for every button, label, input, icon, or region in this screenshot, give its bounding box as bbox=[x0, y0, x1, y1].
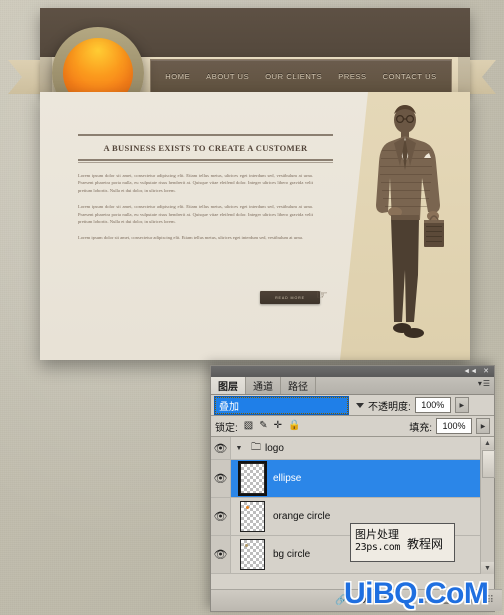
watermark-line-2: 23ps.com bbox=[355, 542, 400, 553]
layer-thumbnail-orange-circle[interactable] bbox=[240, 501, 265, 532]
ribbon-fold-left bbox=[40, 57, 52, 97]
layer-name-bg-circle: bg circle bbox=[273, 549, 311, 560]
opacity-spinner[interactable]: ▶ bbox=[454, 397, 469, 413]
collapse-icon[interactable]: ◄◄ bbox=[463, 368, 477, 375]
main-navigation[interactable]: HOME ABOUT US OUR CLIENTS PRESS CONTACT … bbox=[150, 59, 452, 94]
body-paragraph-1: Lorem ipsum dolor sit amet, consectetur … bbox=[78, 173, 313, 193]
eye-icon-bg-circle[interactable]: 👁 bbox=[211, 536, 231, 573]
folder-icon: 🗀 bbox=[251, 441, 261, 453]
all-lock-icon[interactable]: 🔒 bbox=[288, 421, 300, 431]
layer-thumbnail-bg-circle[interactable] bbox=[240, 539, 265, 570]
watermark-line-3: 教程网 bbox=[407, 537, 444, 551]
layer-name-orange-circle: orange circle bbox=[273, 511, 331, 522]
blend-mode-row[interactable]: 叠加 不透明度: 100% ▶ bbox=[211, 395, 494, 415]
tab-channels[interactable]: 通道 bbox=[246, 377, 281, 394]
hamburger-icon: ☰ bbox=[482, 379, 490, 388]
headline-rule-bottom bbox=[78, 159, 333, 161]
layer-row-ellipse[interactable]: 👁 ellipse bbox=[211, 460, 494, 498]
nav-item-home[interactable]: HOME bbox=[157, 72, 198, 81]
watermark-line-1: 图片处理 bbox=[355, 528, 399, 541]
opacity-input[interactable]: 100% bbox=[414, 397, 451, 413]
panel-tabs[interactable]: 图层 通道 路径 ▾ ☰ bbox=[211, 377, 494, 395]
layer-list-scrollbar[interactable]: ▲ ▼ bbox=[480, 437, 495, 574]
read-more-label: READ MORE bbox=[275, 295, 305, 300]
scroll-up-icon[interactable]: ▲ bbox=[481, 437, 494, 449]
headline-rule-top bbox=[78, 134, 333, 136]
watermark-uibq: UiBQ.CoM bbox=[344, 577, 489, 610]
transparency-lock-icon[interactable]: ▧ bbox=[244, 421, 253, 431]
businessman-illustration bbox=[362, 100, 448, 348]
panel-menu-icon[interactable]: ▾ ☰ bbox=[478, 380, 490, 388]
photoshop-layers-panel[interactable]: ◄◄ ✕ 图层 通道 路径 ▾ ☰ 叠加 不透明度: 100% ▶ 锁定: ▧ … bbox=[210, 365, 502, 612]
ribbon-fold-right bbox=[458, 57, 470, 97]
scrollbar-thumb[interactable] bbox=[482, 450, 495, 478]
layer-row-group-logo[interactable]: 👁 ▼ 🗀 logo bbox=[211, 437, 494, 460]
blend-mode-caret-icon[interactable] bbox=[356, 402, 364, 408]
close-icon[interactable]: ✕ bbox=[483, 368, 489, 375]
group-disclosure-icon[interactable]: ▼ bbox=[231, 445, 247, 452]
layer-name-ellipse: ellipse bbox=[273, 473, 302, 484]
tab-paths[interactable]: 路径 bbox=[281, 377, 316, 394]
page-body: A BUSINESS EXISTS TO CREATE A CUSTOMER L… bbox=[40, 92, 470, 360]
fill-spinner[interactable]: ▶ bbox=[476, 418, 490, 434]
brush-lock-icon[interactable]: ✎ bbox=[259, 421, 267, 431]
nav-item-press[interactable]: PRESS bbox=[330, 72, 374, 81]
blend-mode-select[interactable]: 叠加 bbox=[214, 395, 349, 415]
lock-icon-group[interactable]: ▧ ✎ ✛ 🔒 bbox=[244, 421, 301, 431]
lock-row[interactable]: 锁定: ▧ ✎ ✛ 🔒 填充: 100% ▶ bbox=[211, 416, 494, 436]
thumbnail-dot bbox=[246, 506, 249, 509]
layer-thumbnail-ellipse[interactable] bbox=[238, 461, 267, 496]
body-paragraph-3: Lorem ipsum dolor sit amet, consectetur … bbox=[78, 235, 304, 241]
thumbnail-dot bbox=[245, 544, 248, 547]
read-more-button[interactable]: READ MORE bbox=[260, 291, 320, 304]
watermark-box: 图片处理 23ps.com 教程网 bbox=[350, 523, 455, 562]
nav-item-contact-us[interactable]: CONTACT US bbox=[375, 72, 445, 81]
eye-icon-orange-circle[interactable]: 👁 bbox=[211, 498, 231, 535]
page-headline: A BUSINESS EXISTS TO CREATE A CUSTOMER bbox=[103, 143, 308, 153]
website-mockup: HOME ABOUT US OUR CLIENTS PRESS CONTACT … bbox=[0, 0, 504, 365]
eye-icon-ellipse[interactable]: 👁 bbox=[211, 460, 231, 497]
fill-input[interactable]: 100% bbox=[436, 418, 472, 434]
panel-titlebar: ◄◄ ✕ bbox=[211, 366, 494, 377]
headline-rule-bottom-thin bbox=[78, 162, 333, 163]
move-lock-icon[interactable]: ✛ bbox=[274, 421, 282, 431]
scroll-down-icon[interactable]: ▼ bbox=[481, 562, 494, 574]
nav-item-our-clients[interactable]: OUR CLIENTS bbox=[257, 72, 330, 81]
pointing-hand-icon: ☞ bbox=[316, 287, 328, 302]
fill-label: 填充: bbox=[409, 422, 432, 434]
body-paragraph-2: Lorem ipsum dolor sit amet, consectetur … bbox=[78, 204, 313, 225]
lock-label: 锁定: bbox=[215, 422, 238, 434]
layer-name-logo: logo bbox=[265, 442, 284, 454]
eye-icon-logo[interactable]: 👁 bbox=[211, 437, 231, 459]
body-copy: Lorem ipsum dolor sit amet, consectetur … bbox=[78, 172, 313, 251]
nav-item-about-us[interactable]: ABOUT US bbox=[198, 72, 257, 81]
headline-block: A BUSINESS EXISTS TO CREATE A CUSTOMER bbox=[78, 134, 333, 163]
opacity-label: 不透明度: bbox=[368, 401, 411, 413]
chevron-down-icon: ▾ bbox=[477, 379, 482, 388]
tab-layers[interactable]: 图层 bbox=[211, 377, 246, 394]
